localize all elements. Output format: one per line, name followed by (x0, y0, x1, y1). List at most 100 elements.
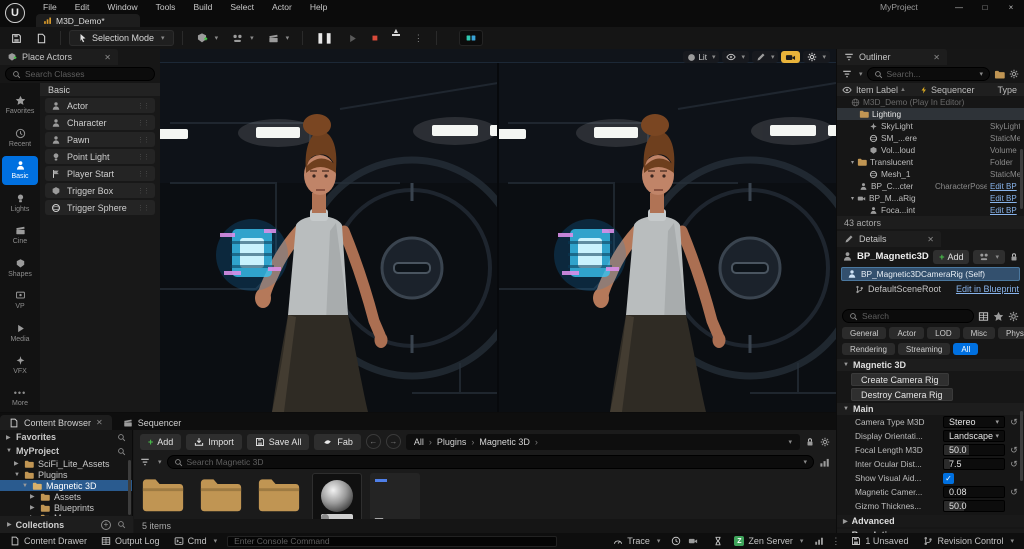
drag-handle[interactable]: ⋮⋮ (137, 119, 150, 127)
category-favorites[interactable]: Favorites (2, 91, 38, 120)
edit-bp-link[interactable]: Edit BP (990, 182, 1020, 191)
window-close-button[interactable]: × (998, 1, 1024, 14)
lock-icon[interactable] (805, 437, 815, 447)
place-item-point-light[interactable]: Point Light ⋮⋮ (45, 149, 155, 164)
save-button[interactable] (6, 30, 27, 46)
chip-misc[interactable]: Misc (962, 327, 996, 339)
chevron-down-icon[interactable]: ▾ (158, 458, 162, 466)
content-browser-tab[interactable]: Content Browser ✕ (0, 415, 112, 430)
reset-to-default-icon[interactable]: ↺ (1009, 445, 1019, 456)
component-row-self[interactable]: BP_Magnetic3DCameraRig (Self) (841, 267, 1020, 281)
outliner-row-volume[interactable]: Vol...loud Volume (837, 144, 1024, 156)
destroy-camera-rig-button[interactable]: Destroy Camera Rig (851, 388, 953, 401)
search-icon[interactable] (117, 520, 126, 529)
pause-button[interactable]: ❚❚ (311, 30, 338, 46)
drag-handle[interactable]: ⋮⋮ (137, 187, 150, 195)
reset-to-default-icon[interactable]: ↺ (1009, 417, 1019, 428)
outliner-row-bp-character[interactable]: BP_C...cter CharacterPose Edit BP (837, 180, 1024, 192)
section-magnetic-3d[interactable]: ▼ Magnetic 3D (837, 359, 1024, 371)
category-basic[interactable]: Basic (2, 156, 38, 185)
selection-mode-dropdown[interactable]: Selection Mode ▾ (69, 30, 174, 46)
column-type[interactable]: Type (997, 85, 1017, 95)
details-searchbox[interactable] (842, 309, 974, 323)
focal-length-input[interactable]: 50.0 (943, 444, 1005, 456)
show-flags-dropdown[interactable]: ▾ (722, 51, 749, 63)
add-actor-dropdown[interactable]: ▾ (191, 30, 224, 46)
back-button[interactable]: ← (365, 434, 381, 449)
output-log-button[interactable]: Output Log (97, 533, 164, 549)
asset-searchbox[interactable]: ▾ (166, 455, 814, 469)
gear-icon[interactable] (1008, 310, 1019, 322)
column-sequencer[interactable]: Sequencer (931, 85, 975, 95)
place-item-pawn[interactable]: Pawn ⋮⋮ (45, 132, 155, 147)
eject-button[interactable]: ▲ (387, 28, 405, 46)
search-icon[interactable] (117, 447, 126, 456)
play-frame-button[interactable] (342, 30, 363, 46)
filter-icon[interactable] (140, 457, 150, 467)
screenshot-camera-icon[interactable] (688, 536, 698, 546)
add-asset-button[interactable]: + Add (140, 433, 182, 450)
window-minimize-button[interactable]: — (946, 1, 972, 14)
new-folder-icon[interactable] (994, 69, 1005, 80)
place-item-trigger-sphere[interactable]: Trigger Sphere ⋮⋮ (45, 200, 155, 215)
outliner-row-lighting[interactable]: Lighting (837, 108, 1024, 120)
add-component-button[interactable]: + Add (933, 249, 970, 264)
menu-select[interactable]: Select (221, 0, 263, 14)
breadcrumb-plugins[interactable]: Plugins (437, 437, 467, 447)
chip-lod[interactable]: LOD (927, 327, 960, 339)
save-all-button[interactable]: Save All (246, 433, 310, 450)
star-icon[interactable] (993, 311, 1004, 322)
chip-rendering[interactable]: Rendering (842, 343, 895, 355)
create-camera-rig-button[interactable]: Create Camera Rig (851, 373, 949, 386)
details-tab[interactable]: Details ✕ (837, 231, 941, 247)
gear-icon[interactable] (1009, 69, 1019, 79)
level-tab[interactable]: M3D_Demo* (36, 14, 140, 27)
drag-handle[interactable]: ⋮⋮ (137, 153, 150, 161)
outliner-row-sm-sphere[interactable]: SM_...ereStaticMes (837, 132, 1024, 144)
expand-arrow-icon[interactable]: ▾ (851, 159, 854, 166)
category-lights[interactable]: Lights (2, 189, 38, 218)
gizmo-thickness-input[interactable]: 50.0 (943, 500, 1005, 512)
asset-folder-2[interactable] (196, 473, 246, 517)
window-restore-button[interactable]: □ (972, 1, 998, 14)
unsaved-button[interactable]: 1 Unsaved (847, 533, 912, 549)
outliner-searchbox[interactable]: ▾ (866, 67, 990, 81)
fab-button[interactable]: Fab (314, 433, 361, 450)
section-advanced[interactable]: ▶ Advanced (837, 515, 1024, 527)
category-more[interactable]: ••• More (2, 384, 38, 413)
browse-button[interactable] (31, 30, 52, 46)
menu-window[interactable]: Window (98, 0, 146, 14)
chip-actor[interactable]: Actor (889, 327, 925, 339)
console-command-input[interactable] (227, 535, 558, 547)
show-visual-aid-checkbox[interactable]: ✓ (943, 472, 954, 484)
viewport-settings-dropdown[interactable]: ▾ (803, 51, 830, 63)
place-actors-search-input[interactable] (25, 69, 148, 79)
stop-button[interactable]: ■ (367, 30, 383, 46)
lock-icon[interactable] (1009, 252, 1019, 262)
outliner-search-input[interactable] (886, 69, 973, 79)
category-cine[interactable]: Cine (2, 221, 38, 250)
hourglass-icon[interactable] (713, 536, 723, 546)
edit-tools-dropdown[interactable]: ▾ (751, 51, 779, 63)
display-orientation-dropdown[interactable]: Landscape ▾ (943, 430, 1005, 442)
cmd-dropdown[interactable]: Cmd ▾ (170, 533, 222, 549)
clock-icon[interactable] (671, 536, 681, 546)
menu-help[interactable]: Help (301, 0, 336, 14)
expand-arrow-icon[interactable]: ▾ (851, 195, 854, 202)
content-drawer-button[interactable]: Content Drawer (6, 533, 91, 549)
add-collection-icon[interactable]: + (101, 519, 111, 530)
zen-server-dropdown[interactable]: Z Zen Server ▾ (730, 533, 807, 549)
edit-in-blueprint-link[interactable]: Edit in Blueprint (956, 284, 1019, 294)
close-icon[interactable]: ✕ (933, 53, 940, 62)
stats-bars-icon[interactable] (814, 536, 824, 546)
revision-control-dropdown[interactable]: Revision Control ▾ (919, 533, 1018, 549)
favorites-section[interactable]: ▶ Favorites (0, 430, 132, 444)
more-options-icon[interactable]: ⋮ (831, 536, 840, 547)
place-item-character[interactable]: Character ⋮⋮ (45, 115, 155, 130)
place-item-player-start[interactable]: Player Start ⋮⋮ (45, 166, 155, 181)
breadcrumb-all[interactable]: All (414, 437, 424, 447)
menu-tools[interactable]: Tools (147, 0, 185, 14)
asset-material-sphere[interactable] (312, 473, 362, 519)
outliner-row-mesh1[interactable]: Mesh_1StaticMes (837, 168, 1024, 180)
edit-bp-link[interactable]: Edit BP (990, 194, 1020, 203)
